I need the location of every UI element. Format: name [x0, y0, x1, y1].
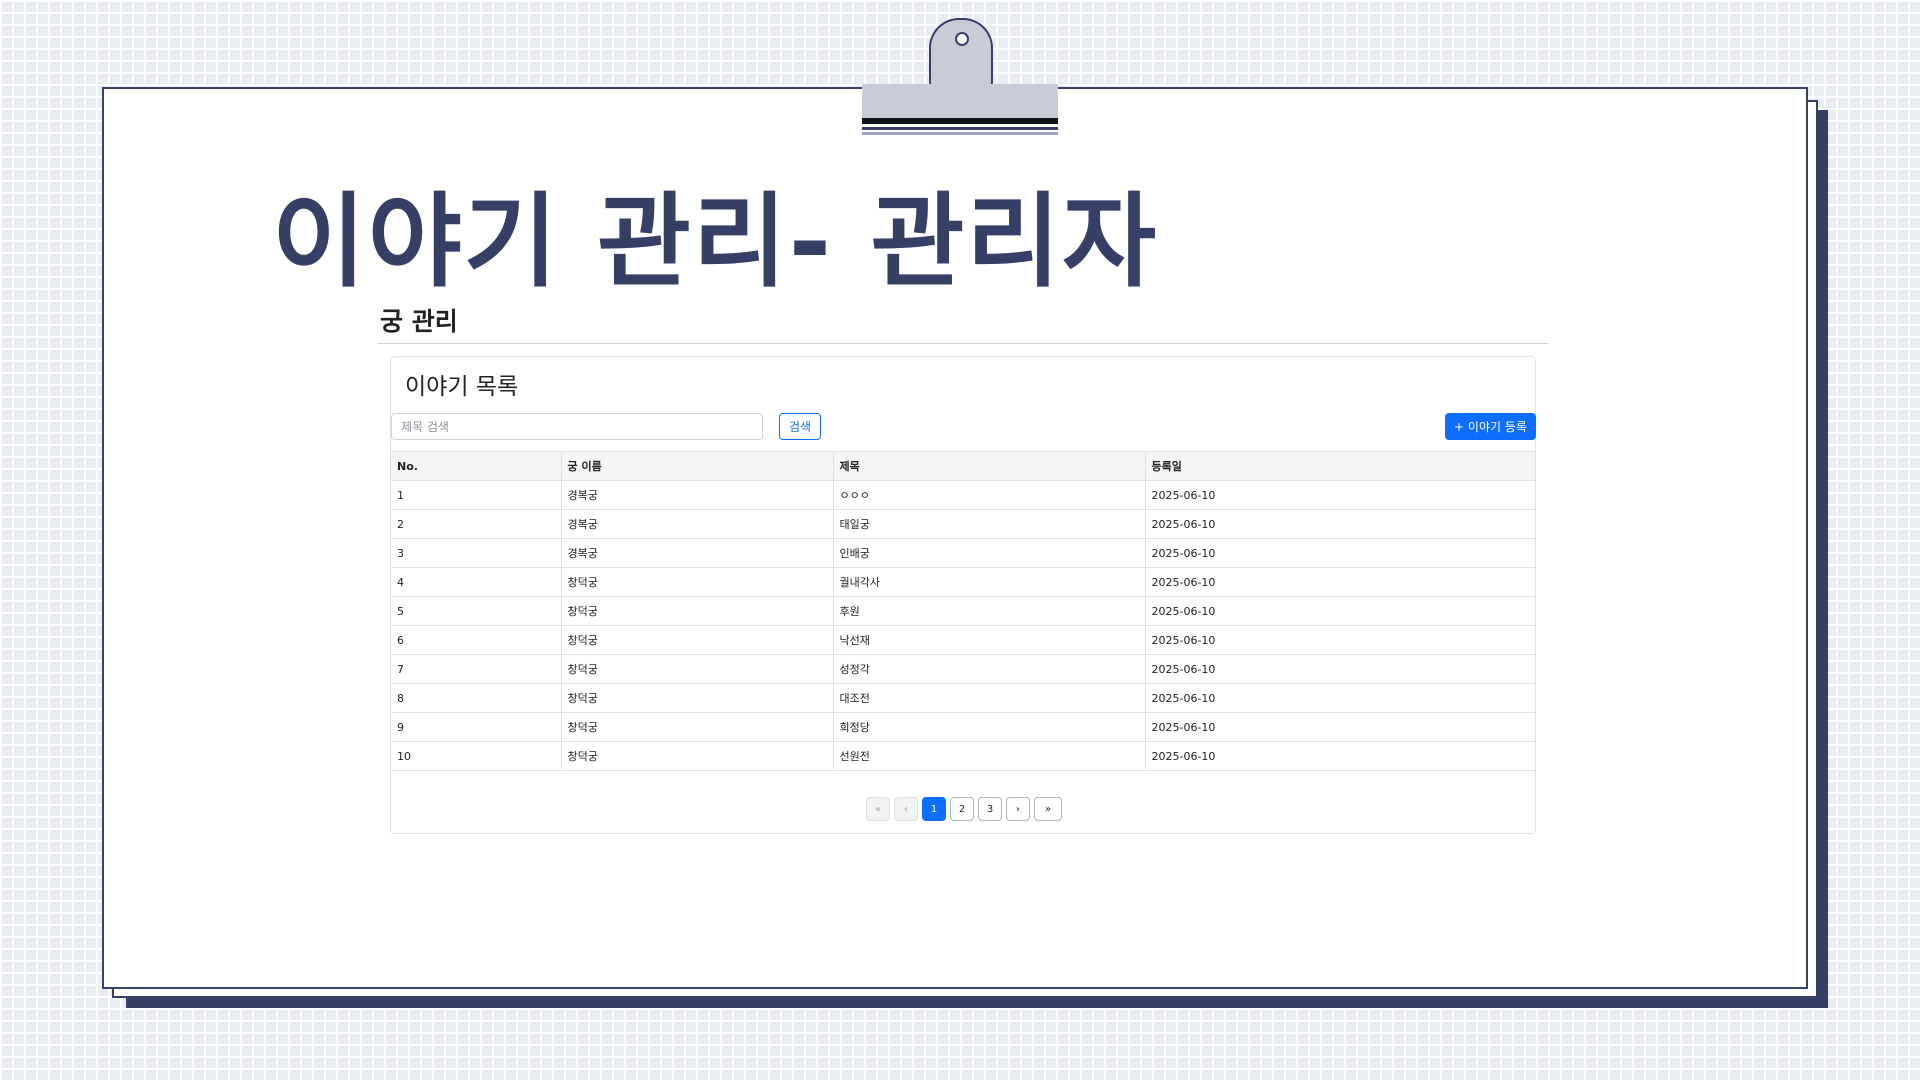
clip-stripe [862, 127, 1058, 130]
page-title: 이야기 관리- 관리자 [272, 183, 1159, 302]
page-button-3[interactable]: 3 [978, 797, 1002, 821]
cell-registered-date: 2025-06-10 [1144, 625, 1535, 655]
column-header-title[interactable]: 제목 [832, 451, 1146, 481]
table-row[interactable]: 6 창덕궁 낙선재 2025-06-10 [391, 625, 1535, 655]
section-divider [378, 343, 1548, 344]
cell-no: 6 [391, 625, 562, 655]
clip-stripe [862, 132, 1058, 135]
cell-no: 5 [391, 596, 562, 626]
next-page-button[interactable]: › [1006, 797, 1030, 821]
cell-no: 7 [391, 654, 562, 684]
cell-registered-date: 2025-06-10 [1144, 596, 1535, 626]
cell-story-title[interactable]: 희정당 [832, 712, 1146, 742]
page-button-1[interactable]: 1 [922, 797, 946, 821]
table-row[interactable]: 1 경복궁 ㅇㅇㅇ 2025-06-10 [391, 480, 1535, 510]
cell-registered-date: 2025-06-10 [1144, 683, 1535, 713]
cell-registered-date: 2025-06-10 [1144, 712, 1535, 742]
card-title: 이야기 목록 [405, 374, 519, 400]
cell-no: 3 [391, 538, 562, 568]
cell-no: 10 [391, 741, 562, 771]
table-row[interactable]: 5 창덕궁 후원 2025-06-10 [391, 596, 1535, 626]
cell-palace-name: 경복궁 [560, 538, 834, 568]
cell-no: 9 [391, 712, 562, 742]
cell-story-title[interactable]: 인배궁 [832, 538, 1146, 568]
cell-no: 1 [391, 480, 562, 510]
page-button-2[interactable]: 2 [950, 797, 974, 821]
clip-base [862, 84, 1058, 118]
cell-no: 8 [391, 683, 562, 713]
table-row[interactable]: 3 경복궁 인배궁 2025-06-10 [391, 538, 1535, 568]
table-row[interactable]: 10 창덕궁 선원전 2025-06-10 [391, 741, 1535, 771]
title-search-input[interactable] [391, 413, 763, 440]
cell-story-title[interactable]: 낙선재 [832, 625, 1146, 655]
cell-palace-name: 창덕궁 [560, 567, 834, 597]
column-header-date[interactable]: 등록일 [1144, 451, 1535, 481]
story-table: No. 궁 이름 제목 등록일 1 경복궁 ㅇㅇㅇ 2025-06-10 2 경복궁 태일궁… [391, 451, 1535, 771]
pagination: « ‹ 1 2 3 › » [866, 797, 1066, 821]
cell-palace-name: 경복궁 [560, 509, 834, 539]
table-row[interactable]: 7 창덕궁 성정각 2025-06-10 [391, 654, 1535, 684]
cell-palace-name: 창덕궁 [560, 683, 834, 713]
table-header-row: No. 궁 이름 제목 등록일 [391, 451, 1535, 481]
binder-clip-icon [862, 18, 1058, 135]
cell-palace-name: 창덕궁 [560, 741, 834, 771]
cell-story-title[interactable]: 후원 [832, 596, 1146, 626]
cell-story-title[interactable]: 태일궁 [832, 509, 1146, 539]
story-list-card: 이야기 목록 검색 + 이야기 등록 No. 궁 이름 제목 등록일 1경복궁ㅇ… [390, 356, 1536, 834]
cell-story-title[interactable]: 선원전 [832, 741, 1146, 771]
clip-stripe [862, 118, 1058, 124]
table-row[interactable]: 2 경복궁 태일궁 2025-06-10 [391, 509, 1535, 539]
clip-hole [955, 32, 969, 46]
search-button[interactable]: 검색 [779, 413, 821, 440]
column-header-no[interactable]: No. [391, 451, 562, 481]
cell-story-title[interactable]: 대조전 [832, 683, 1146, 713]
table-row[interactable]: 4 창덕궁 궐내각사 2025-06-10 [391, 567, 1535, 597]
table-row[interactable]: 9 창덕궁 희정당 2025-06-10 [391, 712, 1535, 742]
clip-handle [929, 18, 993, 88]
cell-palace-name: 창덕궁 [560, 596, 834, 626]
cell-no: 4 [391, 567, 562, 597]
last-page-button[interactable]: » [1034, 797, 1062, 821]
cell-palace-name: 창덕궁 [560, 625, 834, 655]
cell-palace-name: 경복궁 [560, 480, 834, 510]
column-header-palace[interactable]: 궁 이름 [560, 451, 834, 481]
cell-registered-date: 2025-06-10 [1144, 509, 1535, 539]
cell-registered-date: 2025-06-10 [1144, 538, 1535, 568]
add-story-button[interactable]: + 이야기 등록 [1445, 413, 1536, 440]
section-title: 궁 관리 [380, 307, 458, 336]
cell-story-title[interactable]: ㅇㅇㅇ [832, 480, 1146, 510]
prev-page-button[interactable]: ‹ [894, 797, 918, 821]
first-page-button[interactable]: « [866, 797, 890, 821]
cell-story-title[interactable]: 성정각 [832, 654, 1146, 684]
cell-no: 2 [391, 509, 562, 539]
cell-story-title[interactable]: 궐내각사 [832, 567, 1146, 597]
cell-palace-name: 창덕궁 [560, 712, 834, 742]
table-row[interactable]: 8 창덕궁 대조전 2025-06-10 [391, 683, 1535, 713]
cell-registered-date: 2025-06-10 [1144, 654, 1535, 684]
cell-registered-date: 2025-06-10 [1144, 480, 1535, 510]
cell-palace-name: 창덕궁 [560, 654, 834, 684]
cell-registered-date: 2025-06-10 [1144, 741, 1535, 771]
cell-registered-date: 2025-06-10 [1144, 567, 1535, 597]
